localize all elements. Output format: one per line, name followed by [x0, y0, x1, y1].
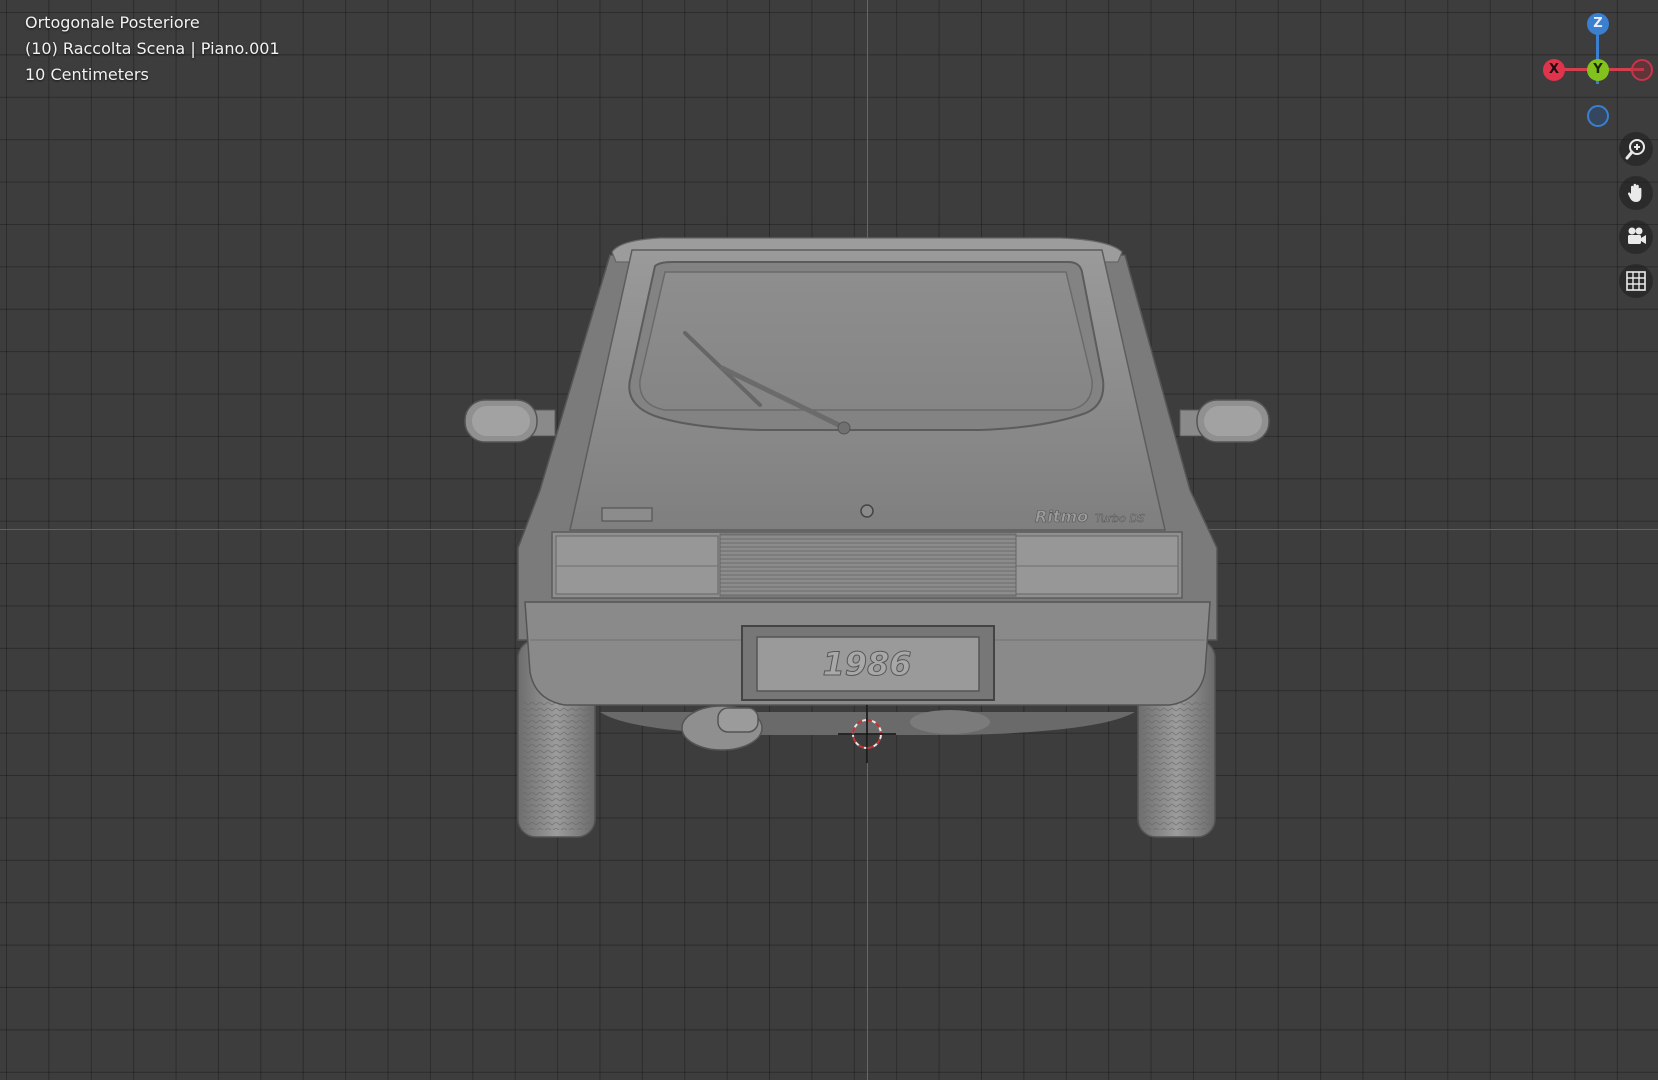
right-tail-light: [1015, 535, 1179, 595]
gizmo-x-button[interactable]: X: [1543, 59, 1565, 81]
variant-badge: Turbo DS: [1095, 512, 1145, 525]
model-badge: Ritmo: [1035, 507, 1088, 526]
right-mirror: [1179, 399, 1270, 443]
tailgate-lock: [860, 504, 874, 518]
gizmo-z-button[interactable]: Z: [1587, 13, 1609, 35]
gizmo-neg-z-button[interactable]: [1587, 105, 1609, 127]
rear-grille: [719, 533, 1017, 597]
navigation-gizmo[interactable]: Z X Y: [1530, 8, 1658, 134]
left-mirror: [464, 399, 556, 443]
gizmo-neg-x-button[interactable]: [1631, 59, 1653, 81]
camera-view-button[interactable]: [1619, 220, 1653, 254]
viewport-info-overlay: Ortogonale Posteriore (10) Raccolta Scen…: [25, 10, 280, 88]
camera-icon: [1628, 227, 1646, 244]
collection-info: (10) Raccolta Scena | Piano.001: [25, 39, 280, 58]
left-tail-light: [555, 535, 719, 595]
grid-icon: [1626, 271, 1646, 291]
pan-button[interactable]: [1619, 176, 1653, 210]
3d-viewport[interactable]: Ritmo Turbo DS 1986 Ortogonale Posterior: [0, 0, 1658, 1080]
car-model[interactable]: Ritmo Turbo DS 1986: [0, 0, 1658, 1080]
gizmo-y-button[interactable]: Y: [1587, 59, 1609, 81]
ortho-toggle-button[interactable]: [1619, 264, 1653, 298]
license-plate-text: 1986: [822, 645, 911, 683]
zoom-button[interactable]: [1619, 132, 1653, 166]
grid-scale: 10 Centimeters: [25, 65, 149, 84]
zoom-in-icon: [1625, 139, 1645, 160]
view-name: Ortogonale Posteriore: [25, 13, 200, 32]
hand-icon: [1627, 183, 1642, 202]
